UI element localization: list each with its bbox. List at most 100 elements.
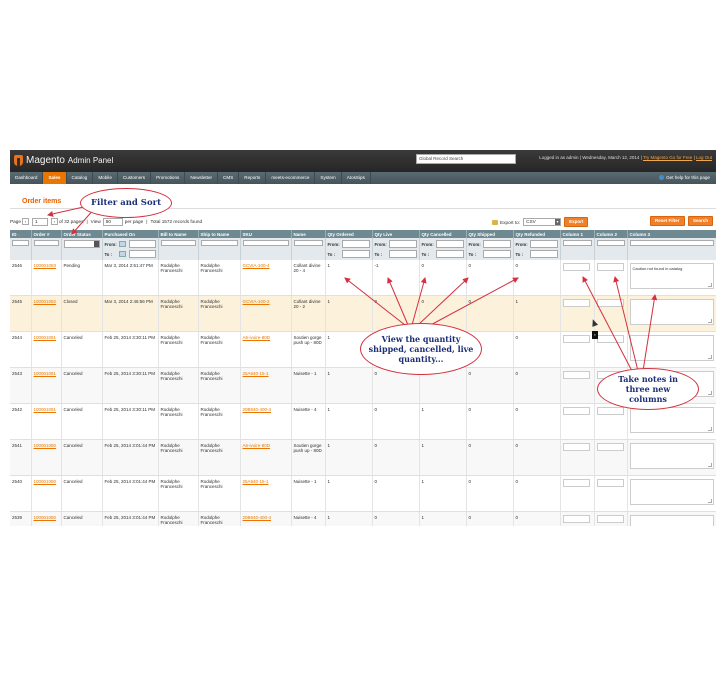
note-column-2-input[interactable] [596, 515, 624, 523]
filter-column-1-input[interactable] [562, 240, 592, 246]
col-qty-shipped[interactable]: Qty Shipped [466, 230, 514, 238]
nav-newsletter[interactable]: Newsletter [185, 172, 219, 184]
filter-refunded-to[interactable]: To : [516, 250, 558, 258]
logout-link[interactable]: Log Out [696, 155, 712, 160]
calendar-icon[interactable] [118, 241, 126, 247]
nav-atossips[interactable]: AtosSips [342, 172, 371, 184]
note-column-1-input[interactable] [562, 443, 590, 451]
filter-refunded-from[interactable]: From: [516, 240, 558, 248]
filter-live-from[interactable]: From: [375, 240, 417, 248]
try-magento-link[interactable]: Try Magento Go for Free [643, 155, 692, 160]
table-row[interactable]: 2540 100001080 Canceled Feb 25, 2014 3:01:4… [10, 475, 716, 512]
note-column-1-input[interactable] [562, 371, 590, 379]
col-order-status[interactable]: Order Status [61, 230, 103, 238]
col-column-2[interactable]: Column 2 [594, 230, 628, 238]
col-qty-ordered[interactable]: Qty Ordered [325, 230, 373, 238]
filter-sku-input[interactable] [242, 240, 289, 246]
cell-sku-link[interactable]: GCVIA-100-4 [243, 263, 270, 268]
nav-system[interactable]: System [315, 172, 342, 184]
cell-order-link[interactable]: 100001081 [34, 371, 57, 376]
cell-sku-link[interactable]: 20B940-400-4 [243, 515, 272, 520]
filter-purchased-from[interactable]: From: [105, 240, 156, 248]
filter-cancelled-from[interactable]: From: [422, 240, 464, 248]
nav-reports[interactable]: Reports [239, 172, 267, 184]
cell-sku-link[interactable]: 25A940-15-1 [243, 371, 269, 376]
nav-promotions[interactable]: Promotions [151, 172, 186, 184]
note-column-3-textarea[interactable] [629, 407, 714, 433]
note-column-1-input[interactable] [562, 515, 590, 523]
cell-order-link[interactable]: 100001081 [34, 335, 57, 340]
filter-bill-input[interactable] [160, 240, 196, 246]
filter-shipped-to[interactable]: To : [469, 250, 511, 258]
note-column-3-textarea[interactable] [629, 335, 714, 361]
col-purchased-on[interactable]: Purchased On [102, 230, 159, 238]
filter-status-select[interactable] [63, 240, 100, 248]
note-column-3-textarea[interactable] [629, 479, 714, 505]
export-button[interactable]: Export [564, 217, 589, 227]
filter-purchased-to[interactable]: To : [105, 250, 156, 258]
col-qty-cancelled[interactable]: Qty Cancelled [419, 230, 467, 238]
global-search-input[interactable]: Global Record Search [416, 154, 516, 164]
note-column-3-textarea[interactable] [629, 515, 714, 526]
cell-sku-link[interactable]: GCVIA-100-2 [243, 299, 270, 304]
filter-ordered-to[interactable]: To : [328, 250, 370, 258]
col-id[interactable]: ID ↓ [10, 230, 32, 238]
note-column-1-input[interactable] [562, 299, 590, 307]
note-column-3-textarea[interactable] [629, 443, 714, 469]
calendar-icon[interactable] [118, 251, 126, 257]
filter-cancelled-to[interactable]: To : [422, 250, 464, 258]
col-qty-refunded[interactable]: Qty Refunded [513, 230, 561, 238]
table-row[interactable]: 2542 100001081 Canceled Feb 25, 2014 3:30:1… [10, 403, 716, 440]
filter-name-input[interactable] [293, 240, 323, 246]
help-link[interactable]: Get help for this page [659, 172, 710, 184]
nav-meets-ecommerce[interactable]: meets-ecommerce [266, 172, 316, 184]
per-page-select[interactable]: 50 [102, 217, 123, 226]
filter-live-to[interactable]: To : [375, 250, 417, 258]
note-column-1-input[interactable] [562, 263, 590, 271]
cell-order-link[interactable]: 100001081 [34, 407, 57, 412]
note-column-2-input[interactable] [596, 443, 624, 451]
note-column-1-input[interactable] [562, 335, 590, 343]
table-row[interactable]: 2539 100001080 Canceled Feb 25, 2014 3:01:4… [10, 511, 716, 526]
search-button[interactable]: Search [688, 216, 714, 226]
col-qty-live[interactable]: Qty Live [372, 230, 420, 238]
note-column-1-input[interactable] [562, 407, 590, 415]
note-column-2-input[interactable] [596, 407, 624, 415]
cell-order-link[interactable]: 100001080 [34, 515, 57, 520]
cell-order-link[interactable]: 100001080 [34, 443, 57, 448]
prev-page-icon[interactable]: ‹ [21, 218, 29, 225]
nav-customers[interactable]: Customers [118, 172, 152, 184]
col-name[interactable]: Name [291, 230, 326, 238]
col-bill-to-name[interactable]: Bill to Name [158, 230, 199, 238]
cell-sku-link[interactable]: 25A940-15-1 [243, 479, 269, 484]
table-row[interactable]: 2546 100001083 Pending Mar 3, 2014 2:51:47 … [10, 260, 716, 296]
note-column-2-input[interactable] [596, 263, 624, 271]
nav-cms[interactable]: CMS [218, 172, 240, 184]
cell-sku-link[interactable]: A6-ivoire-80D [243, 335, 271, 340]
nav-catalog[interactable]: Catalog [67, 172, 94, 184]
col-order[interactable]: Order # [31, 230, 62, 238]
col-sku[interactable]: SKU [240, 230, 292, 238]
cell-sku-link[interactable]: 20B940-400-4 [243, 407, 272, 412]
nav-sales[interactable]: Sales [43, 172, 67, 184]
note-column-2-input[interactable] [596, 479, 624, 487]
filter-ordered-from[interactable]: From: [328, 240, 370, 248]
filter-shipped-from[interactable]: From: [469, 240, 511, 248]
cell-order-link[interactable]: 100001083 [34, 263, 57, 268]
cell-order-link[interactable]: 100001080 [34, 479, 57, 484]
nav-mobile[interactable]: Mobile [93, 172, 118, 184]
export-format-select[interactable]: CSV [523, 218, 562, 226]
filter-column-2-input[interactable] [596, 240, 625, 246]
cell-order-link[interactable]: 100001082 [34, 299, 57, 304]
filter-id-input[interactable] [12, 240, 29, 246]
next-page-icon[interactable]: › [50, 218, 58, 225]
col-ship-to-name[interactable]: Ship to Name [198, 230, 241, 238]
page-input[interactable]: 1 [31, 217, 48, 226]
col-column-1[interactable]: Column 1 [560, 230, 595, 238]
table-row[interactable]: 2545 100001082 Closed Mar 3, 2014 2:46:56 P… [10, 295, 716, 332]
col-column-3[interactable]: Column 3 [627, 230, 716, 238]
note-column-2-input[interactable] [596, 335, 624, 343]
note-column-1-input[interactable] [562, 479, 590, 487]
filter-ship-input[interactable] [200, 240, 238, 246]
magento-logo[interactable]: Magento Admin Panel [14, 155, 113, 166]
